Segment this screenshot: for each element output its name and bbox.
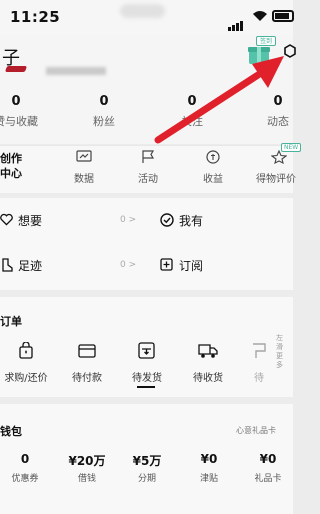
footprint-icon <box>2 258 13 272</box>
order-item-pending-payment[interactable]: 待付款 <box>58 340 114 390</box>
stat-label-posts: 动态 <box>267 115 289 128</box>
package-icon <box>138 342 155 359</box>
wallet-label: 优惠券 <box>11 474 39 484</box>
wallet-value: 0 <box>20 452 30 466</box>
wallet-item-allowance[interactable]: ¥0 津贴 <box>184 452 234 492</box>
stat-label-following: 关注 <box>181 115 203 128</box>
quick-link-label: 我有 <box>179 214 204 228</box>
new-badge: NEW <box>281 143 302 152</box>
quick-link-have[interactable]: 我有 <box>160 205 290 237</box>
wallet-item-loan[interactable]: ¥20万 借钱 <box>62 452 112 492</box>
stat-value-fans[interactable]: 0 <box>76 94 132 109</box>
creator-item-activity[interactable]: 活动 <box>124 170 172 185</box>
signal-icon <box>228 12 244 31</box>
wallet-title: 钱包 <box>0 425 22 438</box>
active-underline <box>137 386 155 388</box>
wallet-value: ¥0 <box>259 452 277 466</box>
gear-icon[interactable] <box>284 44 296 58</box>
wallet-value: ¥20万 <box>68 454 106 468</box>
status-time: 11:25 <box>10 8 61 26</box>
bag-icon <box>19 342 33 359</box>
quick-link-count: 0 > <box>120 215 137 225</box>
quick-link-footprint[interactable]: 足迹 0 > <box>0 250 140 282</box>
order-item-return[interactable]: 待 <box>248 340 272 390</box>
order-label: 待付款 <box>72 373 102 384</box>
quick-link-count: 0 > <box>120 260 137 270</box>
creator-item-earnings[interactable]: 收益 <box>189 170 237 185</box>
plus-square-icon <box>160 258 173 271</box>
wallet-card-icon <box>78 344 96 358</box>
blurred-notch <box>120 4 165 18</box>
return-icon <box>253 343 266 358</box>
wallet-label: 津贴 <box>199 474 218 484</box>
star-icon <box>271 150 287 164</box>
coin-icon <box>206 150 220 164</box>
creator-item-review[interactable]: 得物评价 <box>252 170 300 185</box>
wifi-icon <box>253 11 267 21</box>
swipe-more-hint: 左滑更多 <box>276 334 283 369</box>
battery-icon <box>272 10 294 22</box>
gift-badge: 签到 <box>256 36 277 46</box>
creator-title-line1: 创作 <box>0 152 22 165</box>
order-label: 待收货 <box>193 373 223 384</box>
quick-link-subscribe[interactable]: 订阅 <box>160 250 290 282</box>
wallet-label: 借钱 <box>77 474 96 484</box>
quick-link-label: 订阅 <box>179 259 204 273</box>
heart-icon <box>0 213 13 226</box>
order-label: 求购/还价 <box>4 373 48 384</box>
blurred-username <box>46 67 106 75</box>
stat-value-following[interactable]: 0 <box>164 94 220 109</box>
creator-item-data[interactable]: 数据 <box>60 170 108 185</box>
stat-value-likes[interactable]: 0 <box>0 94 44 109</box>
avatar[interactable] <box>4 66 28 72</box>
order-item-pending-shipment[interactable]: 待发货 <box>118 340 174 392</box>
wallet-label: 礼品卡 <box>254 474 282 484</box>
quick-link-label: 想要 <box>18 214 43 228</box>
quick-link-want[interactable]: 想要 0 > <box>0 205 140 237</box>
order-label: 待 <box>254 373 264 384</box>
creator-title-line2: 中心 <box>0 167 22 180</box>
order-item-pending-receipt[interactable]: 待收货 <box>180 340 236 390</box>
order-label: 待发货 <box>132 373 162 384</box>
stat-label-fans: 粉丝 <box>93 115 115 128</box>
wallet-item-coupon[interactable]: 0 优惠券 <box>0 452 50 492</box>
check-circle-icon <box>160 213 174 227</box>
wallet-value: ¥0 <box>200 452 218 466</box>
stat-label-likes: 赞与收藏 <box>0 115 38 128</box>
wallet-item-gift-card[interactable]: ¥0 礼品卡 <box>243 452 293 492</box>
truck-icon <box>198 344 218 358</box>
orders-title: 订单 <box>0 315 22 328</box>
wallet-value: ¥5万 <box>132 454 162 468</box>
gift-card-link[interactable]: 心意礼品卡 <box>236 425 276 436</box>
wallet-item-installment[interactable]: ¥5万 分期 <box>122 452 172 492</box>
quick-link-label: 足迹 <box>18 259 43 273</box>
stat-value-posts[interactable]: 0 <box>250 94 306 109</box>
chart-icon <box>76 150 92 162</box>
creator-center-title[interactable]: 创作 中心 <box>0 151 22 181</box>
flag-icon <box>142 150 155 163</box>
order-item-bid[interactable]: 求购/还价 <box>0 340 56 390</box>
wallet-label: 分期 <box>137 474 156 484</box>
